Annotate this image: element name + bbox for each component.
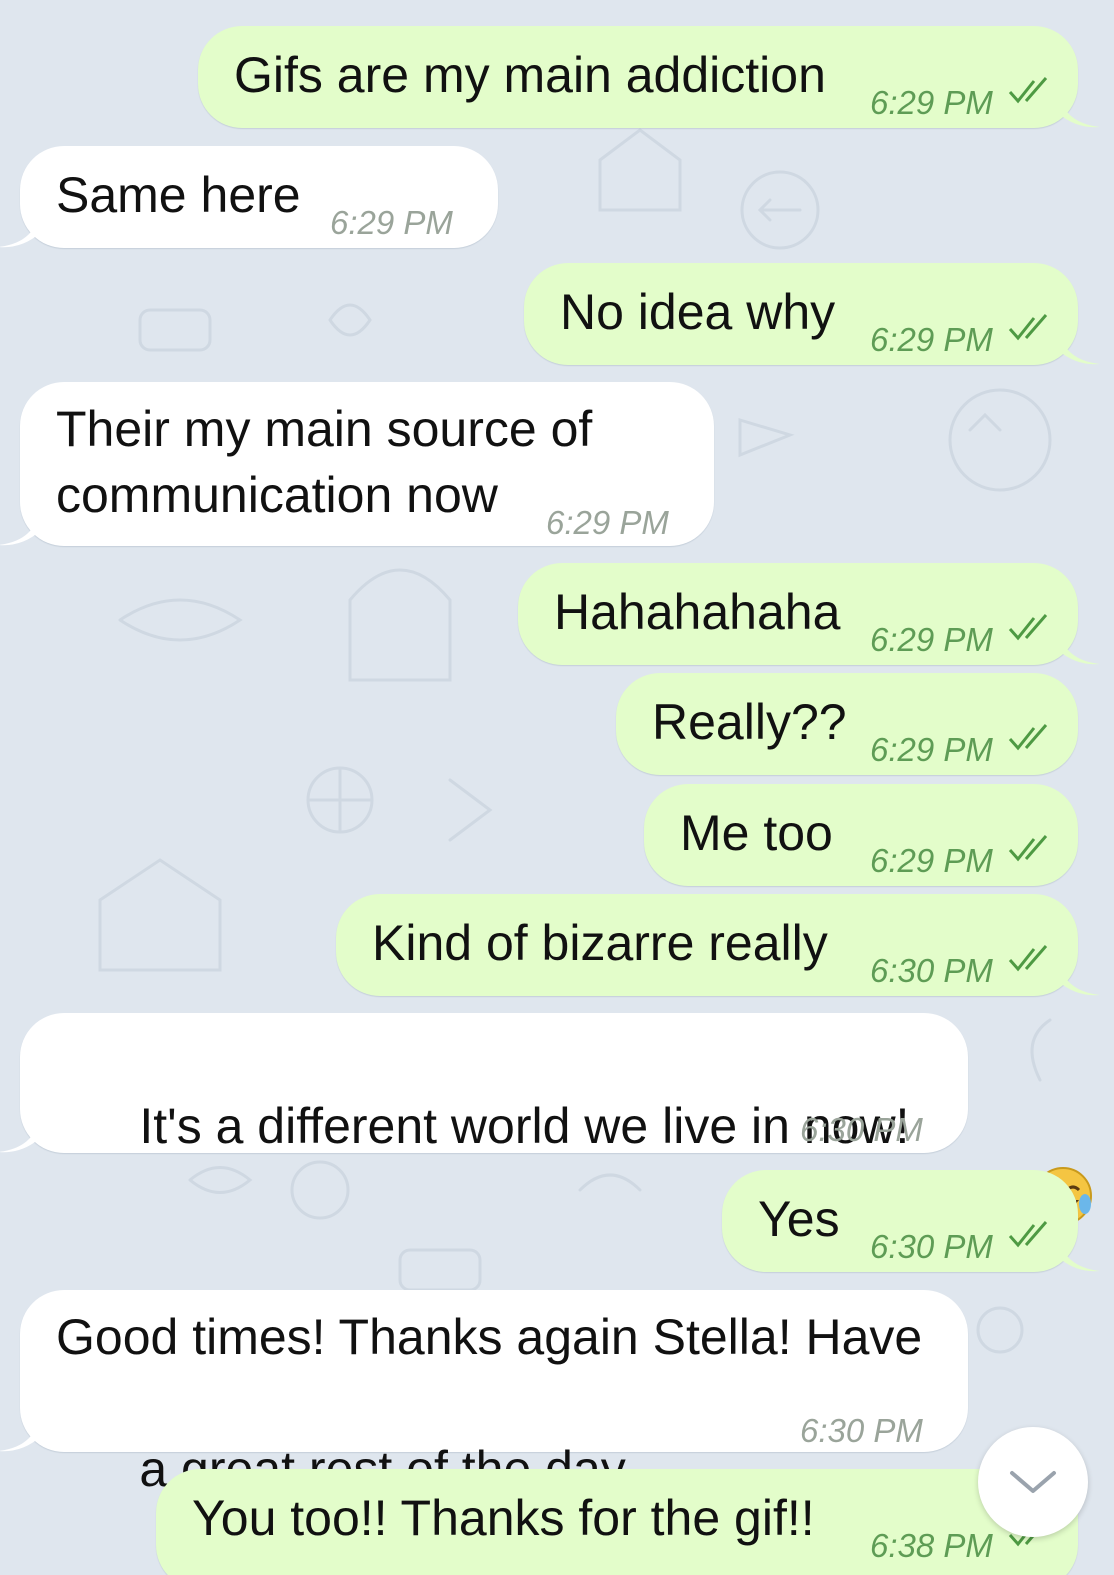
message-time: 6:29 PM: [870, 731, 993, 768]
message-text: Gifs are my main addiction: [234, 47, 826, 103]
message-time: 6:30 PM: [800, 1412, 923, 1449]
message-time: 6:29 PM: [870, 842, 993, 879]
message-time: 6:30 PM: [870, 952, 993, 989]
bubble-tail: [1058, 89, 1100, 128]
tears-of-joy-emoji: [921, 1100, 1092, 1225]
message-time: 6:30 PM: [870, 1228, 993, 1265]
scroll-to-bottom-button[interactable]: [978, 1427, 1088, 1537]
chevron-down-icon: [1010, 1471, 1056, 1493]
message-time: 6:29 PM: [870, 84, 993, 121]
message-incoming[interactable]: Their my main source of communication no…: [0, 382, 714, 546]
message-time: 6:29 PM: [870, 321, 993, 358]
message-text: Kind of bizarre really: [372, 915, 828, 971]
message-text: Me too: [680, 805, 833, 861]
double-check-icon: [1008, 835, 1048, 862]
bubble-tail: [0, 209, 40, 248]
message-time: 6:29 PM: [546, 504, 669, 541]
double-check-icon: [1008, 945, 1048, 972]
message-time: 6:38 PM: [870, 1527, 993, 1564]
double-check-icon: [1008, 724, 1048, 751]
message-time: 6:29 PM: [330, 204, 453, 241]
message-outgoing[interactable]: Hahahahaha 6:29 PM: [518, 563, 1100, 665]
bubble-tail: [1058, 957, 1100, 996]
message-text: It's a different world we live in now!: [139, 1098, 910, 1154]
message-incoming[interactable]: It's a different world we live in now! 6…: [0, 1013, 1092, 1225]
message-text: No idea why: [560, 284, 836, 340]
message-outgoing[interactable]: Really?? 6:29 PM: [616, 673, 1078, 775]
message-text-line: Their my main source of: [56, 401, 593, 457]
bubble-tail: [0, 507, 40, 546]
message-text-line: communication now: [56, 467, 498, 523]
message-time: 6:29 PM: [870, 621, 993, 658]
message-incoming[interactable]: Same here 6:29 PM: [0, 146, 498, 248]
double-check-icon: [1008, 314, 1048, 341]
double-check-icon: [1008, 77, 1048, 104]
message-text-line: Good times! Thanks again Stella! Have: [56, 1309, 923, 1365]
message-outgoing[interactable]: You too!! Thanks for the gif!! 6:38 PM: [156, 1469, 1078, 1575]
message-time: 6:30 PM: [800, 1111, 923, 1148]
message-incoming[interactable]: Good times! Thanks again Stella! Have a …: [0, 1290, 968, 1569]
message-text: Same here: [56, 167, 301, 223]
message-outgoing[interactable]: No idea why 6:29 PM: [524, 263, 1100, 365]
message-outgoing[interactable]: Me too 6:29 PM: [644, 784, 1078, 886]
message-text: Hahahahaha: [554, 584, 841, 640]
double-check-icon: [1008, 1221, 1048, 1248]
bubble-tail: [0, 1114, 40, 1153]
chat-area[interactable]: Gifs are my main addiction 6:29 PM Same …: [0, 0, 1114, 1575]
message-text: Yes: [758, 1191, 840, 1247]
message-outgoing[interactable]: Gifs are my main addiction 6:29 PM: [198, 26, 1100, 128]
bubble-tail: [1058, 326, 1100, 365]
double-check-icon: [1008, 614, 1048, 641]
message-text: You too!! Thanks for the gif!!: [192, 1490, 815, 1546]
message-text: Really??: [652, 694, 847, 750]
message-outgoing[interactable]: Kind of bizarre really 6:30 PM: [336, 894, 1100, 996]
message-outgoing[interactable]: Yes 6:30 PM: [722, 1170, 1100, 1272]
bubble-tail: [0, 1413, 40, 1452]
bubble-tail: [1058, 1233, 1100, 1272]
bubble-tail: [1058, 626, 1100, 665]
